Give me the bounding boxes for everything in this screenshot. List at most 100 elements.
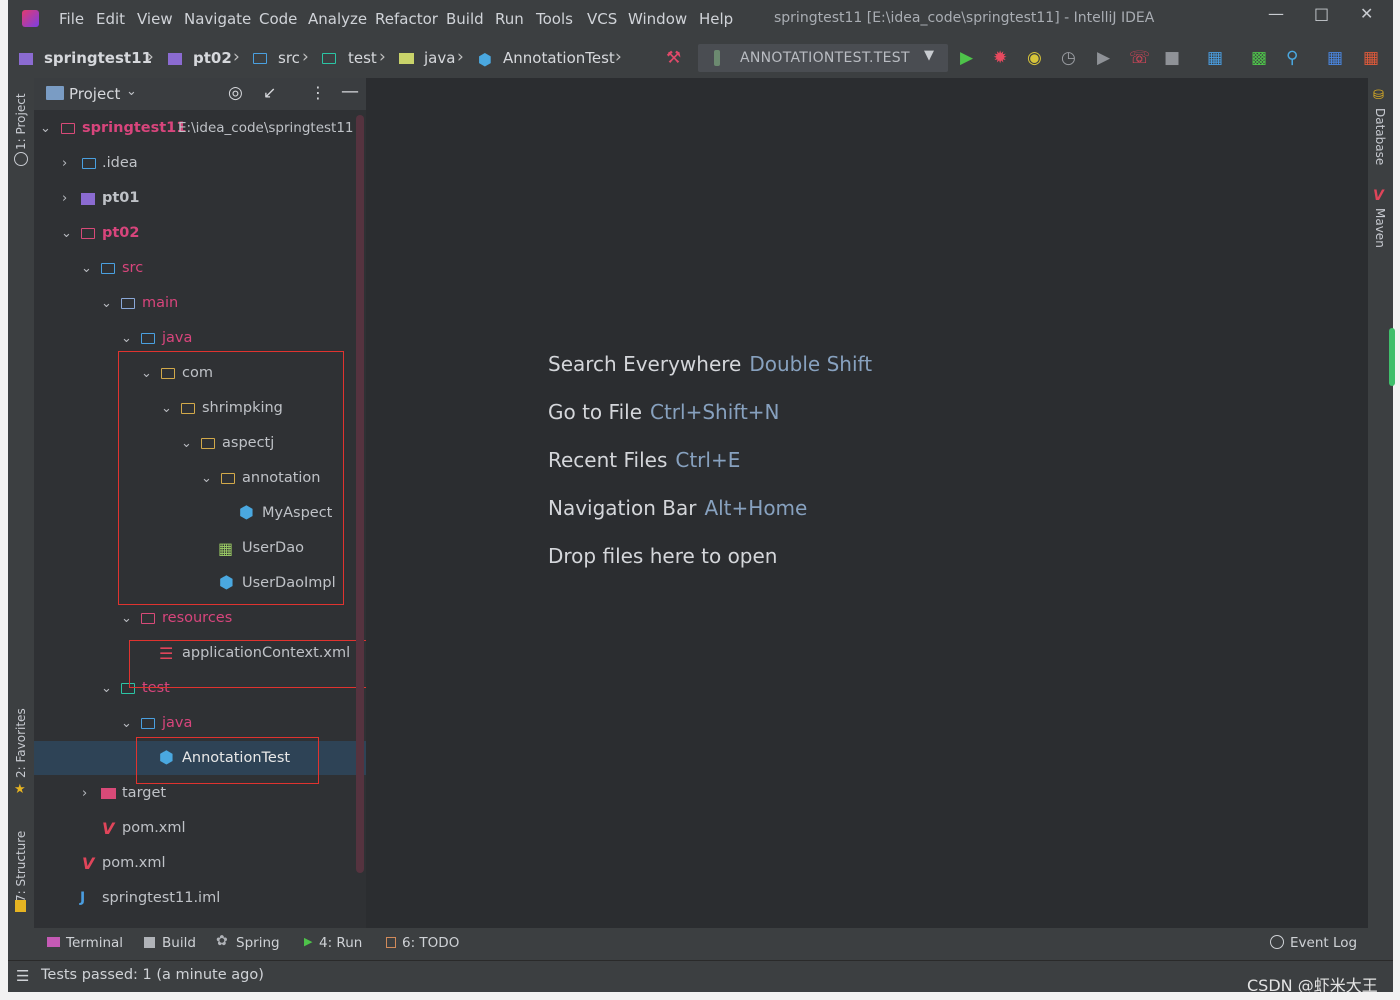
breadcrumb-src[interactable]: src (278, 49, 300, 67)
project-structure-icon[interactable]: ▦ (1207, 48, 1223, 68)
menu-analyze[interactable]: Analyze (308, 10, 367, 28)
tree-row-idea[interactable]: › .idea (34, 146, 364, 181)
todo-icon (386, 937, 396, 948)
database-tool-tab[interactable]: Database (1373, 108, 1387, 165)
tree-root-name: springtest11 (82, 120, 187, 136)
terminal-toolbar-icon[interactable]: ▩ (1251, 48, 1267, 68)
inspection-indicator[interactable] (1389, 328, 1395, 386)
hint-go-to-file: Go to File Ctrl+Shift+N (548, 400, 780, 424)
run-tab[interactable]: 4: Run (319, 935, 362, 951)
stop-icon[interactable]: ■ (1164, 48, 1180, 68)
maven-tool-tab[interactable]: Maven (1373, 208, 1387, 248)
translate-alt-icon[interactable]: ▦ (1363, 48, 1379, 68)
hide-panel-icon[interactable]: — (341, 81, 359, 102)
status-message[interactable]: Tests passed: 1 (a minute ago) (41, 967, 264, 983)
event-log-icon (1270, 935, 1284, 949)
title-bar: File Edit View Navigate Code Analyze Ref… (8, 0, 1393, 38)
hint-action: Navigation Bar (548, 496, 697, 520)
run-configuration-selector[interactable]: ANNOTATIONTEST.TEST ▼ (698, 44, 948, 72)
profile-icon[interactable]: ◷ (1061, 48, 1076, 68)
chevron-right-icon: › (82, 786, 88, 801)
chevron-right-icon: › (233, 47, 240, 67)
menu-window[interactable]: Window (628, 10, 687, 28)
tree-label: src (122, 260, 144, 276)
locate-target-icon[interactable]: ◎ (228, 83, 243, 103)
translate-icon[interactable]: ▦ (1327, 48, 1343, 68)
hint-navigation-bar: Navigation Bar Alt+Home (548, 496, 807, 520)
source-folder-icon (253, 53, 267, 64)
search-icon[interactable]: ⚲ (1286, 48, 1298, 68)
chevron-down-icon[interactable]: ⌄ (126, 84, 137, 99)
project-scrollbar[interactable] (356, 115, 364, 873)
project-view-title[interactable]: Project (69, 85, 120, 103)
run-configuration-label: ANNOTATIONTEST.TEST (740, 50, 910, 66)
maximize-icon[interactable]: □ (1314, 4, 1329, 23)
coverage-icon[interactable]: ◉ (1027, 48, 1042, 68)
structure-tool-tab[interactable]: 7: Structure (14, 831, 28, 902)
build-tab[interactable]: Build (162, 935, 196, 951)
resources-folder-icon (141, 613, 155, 624)
right-edge (1393, 0, 1400, 1000)
chevron-down-icon: ⌄ (40, 121, 51, 136)
menu-refactor[interactable]: Refactor (375, 10, 438, 28)
menu-file[interactable]: File (59, 10, 84, 28)
chevron-right-icon: › (62, 156, 68, 171)
run-icon[interactable]: ▶ (960, 48, 973, 68)
chevron-right-icon: › (62, 191, 68, 206)
hint-shortcut: Ctrl+Shift+N (650, 400, 780, 424)
options-menu-icon[interactable]: ⋮ (310, 83, 326, 102)
excluded-folder-icon (101, 788, 116, 799)
run-inactive-icon[interactable]: ▶ (1097, 48, 1110, 68)
folder-icon (399, 53, 414, 64)
tree-label: resources (162, 610, 233, 626)
tree-row-src[interactable]: ⌄ src (34, 251, 364, 286)
tree-row-pom-pt02[interactable]: V pom.xml (34, 811, 364, 846)
build-hammer-icon[interactable]: ⚒ (666, 48, 681, 68)
minimize-icon[interactable]: — (1268, 4, 1284, 23)
menu-help[interactable]: Help (699, 10, 733, 28)
tree-row-pt02[interactable]: ⌄ pt02 (34, 216, 364, 251)
event-log-tab[interactable]: Event Log (1290, 935, 1357, 951)
menu-vcs[interactable]: VCS (587, 10, 617, 28)
tree-label: pt02 (102, 225, 140, 241)
menu-build[interactable]: Build (446, 10, 484, 28)
breadcrumb-pt02[interactable]: pt02 (193, 49, 232, 67)
todo-tab[interactable]: 6: TODO (402, 935, 459, 951)
tree-row-pt01[interactable]: › pt01 (34, 181, 364, 216)
tree-row-root[interactable]: ⌄ springtest11 E:\idea_code\springtest11 (34, 111, 364, 146)
class-icon: ⬢ (478, 50, 492, 69)
menu-view[interactable]: View (137, 10, 173, 28)
project-tool-tab[interactable]: 1: Project (14, 93, 28, 150)
project-panel-header: Project ⌄ ◎ ↙ ⋮ — (34, 78, 366, 110)
tree-label: springtest11.iml (102, 890, 221, 906)
hint-action: Drop files here to open (548, 544, 778, 568)
tree-row-pom-root[interactable]: V pom.xml (34, 846, 364, 881)
breadcrumb-springtest11[interactable]: springtest11 (44, 49, 152, 67)
menu-edit[interactable]: Edit (96, 10, 125, 28)
breadcrumb-test[interactable]: test (348, 49, 377, 67)
terminal-tab[interactable]: Terminal (66, 935, 123, 951)
tree-row-iml[interactable]: J springtest11.iml (34, 881, 364, 916)
menu-tools[interactable]: Tools (536, 10, 573, 28)
menu-navigate[interactable]: Navigate (184, 10, 251, 28)
chevron-down-icon: ⌄ (61, 226, 72, 241)
favorites-tool-tab[interactable]: 2: Favorites (14, 708, 28, 778)
breadcrumb-java[interactable]: java (424, 49, 455, 67)
menu-code[interactable]: Code (259, 10, 297, 28)
tree-label: pom.xml (122, 820, 186, 836)
breadcrumb-annotationtest[interactable]: AnnotationTest (503, 49, 615, 67)
structure-icon (15, 900, 26, 912)
close-icon[interactable]: ✕ (1360, 4, 1373, 23)
hint-shortcut: Alt+Home (704, 496, 808, 520)
editor-empty-area[interactable]: Search Everywhere Double Shift Go to File… (366, 78, 1368, 928)
debug-icon[interactable]: ✹ (993, 48, 1007, 68)
project-panel: Project ⌄ ◎ ↙ ⋮ — ⌄ springtest11 E:\idea… (34, 78, 404, 928)
chevron-down-icon: ⌄ (101, 681, 112, 696)
attach-debugger-icon[interactable]: ☏ (1129, 48, 1150, 68)
tree-row-resources[interactable]: ⌄ resources (34, 601, 364, 636)
tree-row-main[interactable]: ⌄ main (34, 286, 364, 321)
tree-row-test-java[interactable]: ⌄ java (34, 706, 364, 741)
menu-run[interactable]: Run (495, 10, 524, 28)
spring-tab[interactable]: Spring (236, 935, 280, 951)
collapse-all-icon[interactable]: ↙ (263, 83, 276, 102)
